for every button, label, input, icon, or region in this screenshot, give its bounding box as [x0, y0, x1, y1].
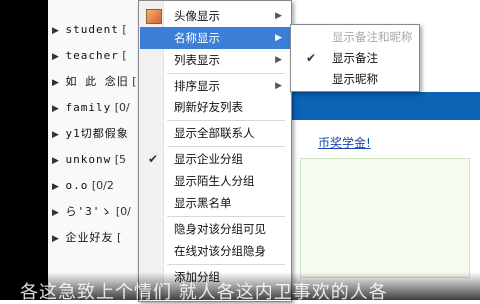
group-count: [ — [122, 49, 127, 62]
group-teacher[interactable]: ▶ teacher [ — [48, 44, 127, 68]
menu-item-label: 头像显示 — [174, 9, 220, 23]
group-count: [0/2 — [91, 179, 114, 192]
group-count: [0/ — [115, 205, 131, 218]
group-count: [0/ — [114, 101, 130, 114]
message-box — [300, 158, 470, 278]
menu-item-show-blacklist[interactable]: 显示黑名单 — [140, 192, 290, 214]
menu-item-label: 名称显示 — [174, 31, 220, 45]
menu-item-label: 显示企业分组 — [174, 152, 243, 166]
name-display-submenu: 显示备注和昵称 ✔ 显示备注 显示昵称 — [290, 24, 420, 92]
group-yiqie-doujiaxiang[interactable]: ▶ y1切都假象 — [48, 122, 129, 146]
menu-item-label: 隐身对该分组可见 — [174, 222, 266, 236]
group-name: student — [65, 23, 119, 36]
expand-arrow-icon: ▶ — [52, 52, 59, 62]
group-ruci-nianjiu[interactable]: ▶ 如 此 念旧 [ — [48, 70, 137, 94]
menu-separator — [167, 120, 285, 121]
menu-separator — [167, 146, 285, 147]
menu-separator — [167, 73, 285, 74]
menu-item-label: 在线对该分组隐身 — [174, 244, 266, 258]
menu-separator — [167, 264, 285, 265]
submenu-item-show-nickname[interactable]: 显示昵称 — [292, 69, 418, 89]
menu-separator — [167, 216, 285, 217]
submenu-item-show-remark[interactable]: ✔ 显示备注 — [292, 48, 418, 68]
group-name: ら'3'ゝ — [65, 205, 113, 218]
contact-group-list: ▶ student [ ▶ teacher [ ▶ 如 此 念旧 [ ▶ fam… — [48, 0, 140, 300]
menu-item-label: 列表显示 — [174, 53, 220, 67]
submenu-arrow-icon: ▶ — [275, 33, 282, 43]
menu-item-avatar-display[interactable]: 头像显示 ▶ — [140, 5, 290, 27]
submenu-arrow-icon: ▶ — [275, 55, 282, 65]
menu-item-label: 显示黑名单 — [174, 196, 232, 210]
menu-item-online-hidden-from-group[interactable]: 在线对该分组隐身 — [140, 240, 290, 262]
submenu-arrow-icon: ▶ — [275, 81, 282, 91]
menu-item-label: 显示全部联系人 — [174, 126, 255, 140]
group-count: [ — [117, 231, 122, 244]
expand-arrow-icon: ▶ — [52, 156, 59, 166]
checkmark-icon: ✔ — [148, 152, 159, 166]
submenu-item-label: 显示备注 — [332, 51, 378, 65]
group-name: unkonw — [65, 153, 112, 166]
group-name: y1切都假象 — [65, 127, 129, 140]
group-family[interactable]: ▶ family [0/ — [48, 96, 130, 120]
menu-item-show-stranger-group[interactable]: 显示陌生人分组 — [140, 170, 290, 192]
group-count: [5 — [114, 153, 127, 166]
group-enterprise-friends[interactable]: ▶ 企业好友 [ — [48, 226, 121, 250]
menu-item-invisible-visible-to-group[interactable]: 隐身对该分组可见 — [140, 218, 290, 240]
submenu-item-label: 显示昵称 — [332, 72, 378, 86]
group-count: [ — [122, 23, 127, 36]
expand-arrow-icon: ▶ — [52, 208, 59, 218]
menu-item-label: 排序显示 — [174, 79, 220, 93]
menu-item-list-display[interactable]: 列表显示 ▶ — [140, 49, 290, 71]
group-name: 企业好友 — [65, 231, 114, 244]
left-dark-strip — [0, 0, 48, 300]
avatar-icon — [146, 9, 162, 24]
group-student[interactable]: ▶ student [ — [48, 18, 127, 42]
overlay-caption: 各这急致上个情们 就人各这内卫事欢的人各 — [20, 282, 388, 303]
submenu-arrow-icon: ▶ — [275, 11, 282, 21]
menu-item-show-all-contacts[interactable]: 显示全部联系人 — [140, 122, 290, 144]
menu-item-sort-display[interactable]: 排序显示 ▶ — [140, 75, 290, 97]
group-name: 如 此 念旧 — [65, 75, 129, 88]
menu-item-refresh-friends[interactable]: 刷新好友列表 — [140, 96, 290, 118]
menu-item-show-enterprise-group[interactable]: ✔ 显示企业分组 — [140, 148, 290, 170]
checkmark-icon: ✔ — [306, 51, 317, 65]
group-emoticon[interactable]: ▶ ら'3'ゝ [0/ — [48, 200, 131, 224]
group-name: o.o — [65, 179, 89, 192]
group-count: [ — [132, 75, 137, 88]
expand-arrow-icon: ▶ — [52, 104, 59, 114]
expand-arrow-icon: ▶ — [52, 182, 59, 192]
group-oo[interactable]: ▶ o.o [0/2 — [48, 174, 114, 198]
menu-item-name-display[interactable]: 名称显示 ▶ — [140, 27, 290, 49]
submenu-item-remark-and-nickname: 显示备注和昵称 — [292, 27, 418, 47]
context-menu: 头像显示 ▶ 名称显示 ▶ 列表显示 ▶ 排序显示 ▶ 刷新好友列表 显示全部联… — [138, 0, 292, 302]
expand-arrow-icon: ▶ — [52, 234, 59, 244]
expand-arrow-icon: ▶ — [52, 26, 59, 36]
group-name: family — [65, 101, 112, 114]
promo-link[interactable]: 币奖学金! — [318, 134, 371, 151]
expand-arrow-icon: ▶ — [52, 78, 59, 88]
group-unkonw[interactable]: ▶ unkonw [5 — [48, 148, 126, 172]
blue-banner — [290, 92, 480, 120]
menu-item-label: 刷新好友列表 — [174, 100, 243, 114]
menu-item-label: 显示陌生人分组 — [174, 174, 255, 188]
submenu-item-label: 显示备注和昵称 — [332, 30, 413, 44]
expand-arrow-icon: ▶ — [52, 130, 59, 140]
group-name: teacher — [65, 49, 119, 62]
